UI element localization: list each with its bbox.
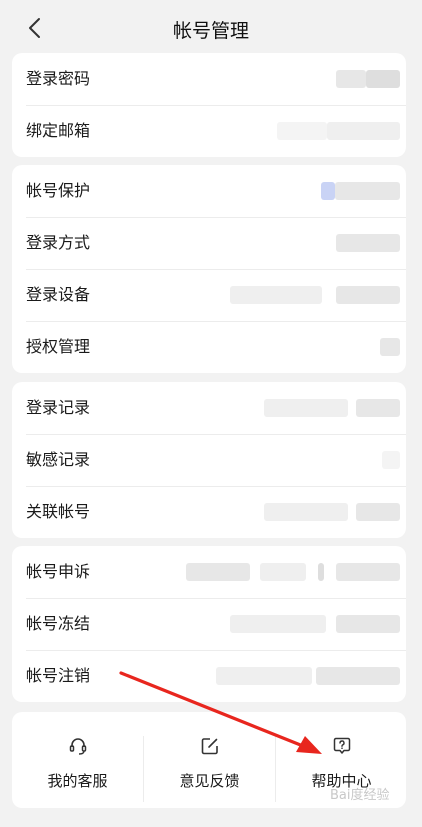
customer-service-label: 我的客服 [47,772,108,790]
row-label: 帐号保护 [26,181,91,200]
redacted-value [216,667,312,685]
login-method-row[interactable]: 登录方式 [12,217,406,269]
redacted-value [356,503,400,521]
redacted-value [264,503,348,521]
redacted-value [316,667,400,685]
redacted-value [264,399,348,417]
redacted-value [260,563,306,581]
redacted-value [366,70,400,88]
redacted-value [356,399,400,417]
watermark-text: Bai度经验 [330,788,390,803]
row-label: 登录方式 [26,233,91,252]
redacted-value [327,122,400,140]
redacted-value [230,615,326,633]
redacted-value [380,338,400,356]
redacted-value [186,563,250,581]
redacted-value [336,563,400,581]
redacted-value [382,451,400,469]
row-label: 帐号冻结 [26,614,91,633]
page-title: 帐号管理 [172,20,249,42]
redacted-value [277,122,327,140]
account-freeze-row[interactable]: 帐号冻结 [12,598,406,650]
redacted-value [318,563,324,581]
feedback-label: 意见反馈 [179,772,240,790]
row-label: 绑定邮箱 [26,121,91,140]
account-appeal-row[interactable]: 帐号申诉 [12,546,406,598]
authorization-management-row[interactable]: 授权管理 [12,321,406,373]
row-label: 授权管理 [26,337,91,356]
header-bar: 帐号管理 [0,0,422,56]
records-card: 登录记录 敏感记录 关联帐号 [12,382,406,538]
account-status-card: 帐号申诉 帐号冻结 帐号注销 [12,546,406,702]
sensitive-records-row[interactable]: 敏感记录 [12,434,406,486]
redacted-value [321,182,335,200]
customer-service-button[interactable]: 我的客服 [12,712,143,808]
redacted-value [335,182,400,200]
login-device-row[interactable]: 登录设备 [12,269,406,321]
bind-email-row[interactable]: 绑定邮箱 [12,105,406,157]
row-label: 登录记录 [26,398,91,417]
row-label: 登录密码 [26,69,91,88]
redacted-value [230,286,322,304]
account-security-card: 登录密码 绑定邮箱 [12,53,406,157]
row-label: 帐号注销 [26,666,91,685]
question-bubble-icon [333,737,350,754]
redacted-value [336,70,366,88]
account-protection-row[interactable]: 帐号保护 [12,165,406,217]
row-label: 登录设备 [26,285,91,304]
redacted-value [336,286,400,304]
edit-square-icon [201,738,218,755]
redacted-value [336,615,400,633]
row-label: 帐号申诉 [26,562,91,581]
redacted-value [336,234,400,252]
login-password-row[interactable]: 登录密码 [12,53,406,105]
row-label: 敏感记录 [26,450,91,469]
login-records-row[interactable]: 登录记录 [12,382,406,434]
linked-accounts-row[interactable]: 关联帐号 [12,486,406,538]
login-settings-card: 帐号保护 登录方式 登录设备 授权管理 [12,165,406,373]
row-label: 关联帐号 [26,502,91,521]
feedback-button[interactable]: 意见反馈 [144,712,275,808]
account-cancellation-row[interactable]: 帐号注销 [12,650,406,702]
headset-icon [69,738,86,755]
